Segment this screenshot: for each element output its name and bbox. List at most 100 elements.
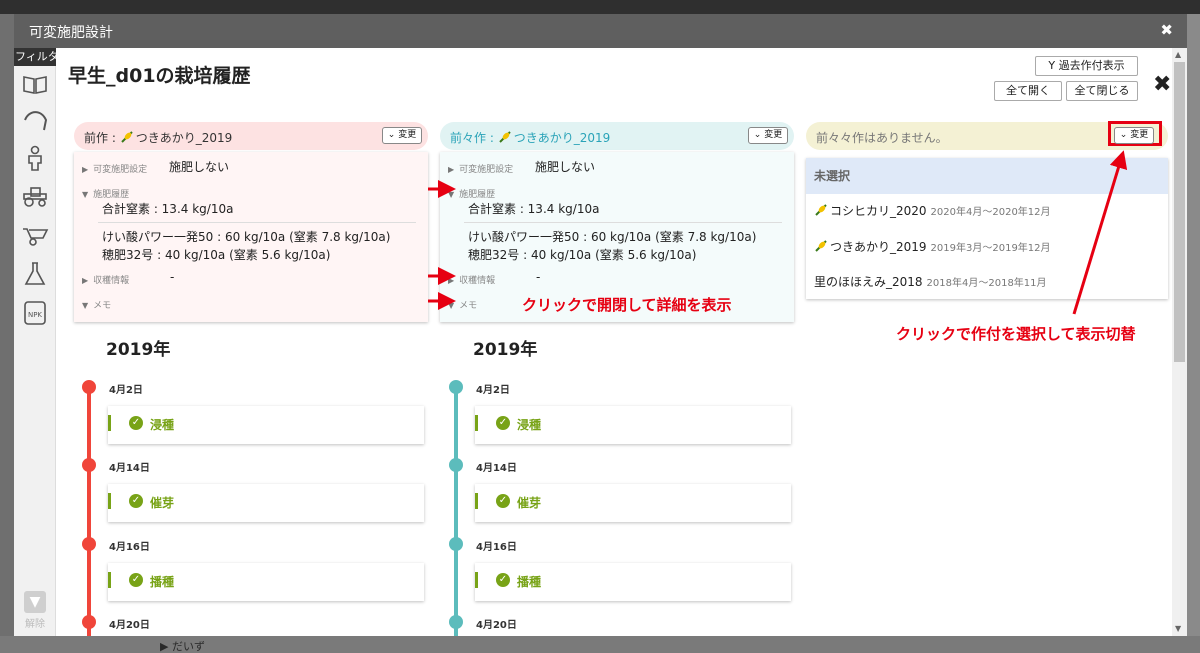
fertilizer-line: 穂肥32号 : 40 kg/10a (窒素 5.6 kg/10a) bbox=[468, 248, 697, 262]
column-label: 前々作 : bbox=[450, 131, 498, 145]
rice-icon bbox=[498, 131, 511, 143]
event-date: 4月20日 bbox=[109, 620, 150, 631]
event-card[interactable]: ✓ 浸種 bbox=[475, 406, 791, 444]
collapse-arrow-icon: ▼ bbox=[82, 301, 89, 310]
variable-setting-value: 施肥しない bbox=[169, 160, 230, 174]
check-icon: ✓ bbox=[496, 494, 510, 508]
event-date: 4月16日 bbox=[109, 542, 150, 553]
memo-toggle[interactable]: ▼ メモ bbox=[448, 297, 477, 311]
dropdown-option[interactable]: 未選択 bbox=[806, 158, 1168, 194]
close-history-button[interactable]: ✖ bbox=[1153, 72, 1171, 97]
no-crop-text: 前々々作はありません。 bbox=[816, 131, 948, 145]
check-icon: ✓ bbox=[496, 573, 510, 587]
fert-history-toggle[interactable]: ▼ 施肥履歴 bbox=[448, 186, 495, 200]
event-card[interactable]: ✓ 催芽 bbox=[108, 484, 424, 522]
event-card[interactable]: ✓ 催芽 bbox=[475, 484, 791, 522]
timeline-dot bbox=[449, 537, 463, 551]
check-icon: ✓ bbox=[129, 416, 143, 430]
expand-arrow-icon: ▶ bbox=[82, 276, 89, 285]
dropdown-option[interactable]: つきあかり_2019 2019年3月～2019年12月 bbox=[806, 229, 1168, 265]
release-filter-button[interactable]: ▼ 解除 bbox=[20, 591, 50, 630]
total-nitrogen: 合計窒素 : 13.4 kg/10a bbox=[102, 202, 234, 216]
toggle-annotation: クリックで開閉して詳細を表示 bbox=[522, 296, 732, 314]
scroll-down-icon[interactable]: ▼ bbox=[1175, 624, 1181, 633]
third-previous-crop-column: 前々々作はありません。 ⌄ 変更 bbox=[806, 121, 1168, 150]
timeline-dot bbox=[82, 537, 96, 551]
vertical-scrollbar[interactable]: ▲ ▼ bbox=[1172, 48, 1187, 636]
funnel-icon: ▼ bbox=[24, 591, 46, 613]
event-card[interactable]: ✓ 播種 bbox=[475, 563, 791, 601]
harvest-toggle[interactable]: ▶ 収穫情報 bbox=[82, 272, 129, 286]
change-crop-button[interactable]: ⌄ 変更 bbox=[382, 127, 422, 144]
timeline-dot bbox=[449, 458, 463, 472]
tool-sidebar: フィルタ NPK ▼ 解除 bbox=[14, 48, 56, 636]
crop-name: つきあかり_2019 bbox=[513, 131, 611, 145]
close-all-button[interactable]: 全て閉じる bbox=[1066, 81, 1138, 101]
year-heading: 2019年 bbox=[473, 340, 538, 360]
event-date: 4月2日 bbox=[109, 385, 143, 396]
divider bbox=[98, 222, 416, 223]
person-icon[interactable] bbox=[21, 144, 49, 172]
third-previous-crop-header: 前々々作はありません。 ⌄ 変更 bbox=[806, 121, 1168, 150]
timeline-line bbox=[454, 386, 458, 636]
memo-toggle[interactable]: ▼ メモ bbox=[82, 297, 111, 311]
column-label: 前作 : bbox=[84, 131, 120, 145]
previous-crop-column: 前作 : つきあかり_2019 ⌄ 変更 ▶ 可変施肥設定 施肥しない ▼ 施肥履歴… bbox=[74, 122, 428, 322]
variable-setting-toggle[interactable]: ▶ 可変施肥設定 bbox=[448, 161, 513, 175]
wheelbarrow-icon[interactable] bbox=[21, 220, 49, 248]
scroll-up-icon[interactable]: ▲ bbox=[1175, 50, 1181, 59]
variable-setting-toggle[interactable]: ▶ 可変施肥設定 bbox=[82, 161, 147, 175]
background-list-item: ▶ だいず bbox=[160, 640, 205, 653]
timeline-line bbox=[87, 386, 91, 636]
background-topbar bbox=[0, 0, 1200, 14]
variable-setting-value: 施肥しない bbox=[535, 160, 596, 174]
past-crops-button[interactable]: Y 過去作付表示 bbox=[1035, 56, 1138, 76]
event-card[interactable]: ✓ 播種 bbox=[108, 563, 424, 601]
timeline-dot bbox=[449, 615, 463, 629]
year-heading: 2019年 bbox=[106, 340, 171, 360]
svg-text:NPK: NPK bbox=[28, 311, 42, 319]
timeline-dot bbox=[82, 615, 96, 629]
collapse-arrow-icon: ▼ bbox=[82, 190, 89, 199]
expand-arrow-icon: ▶ bbox=[448, 165, 455, 174]
modal-close-button[interactable]: ✖ bbox=[1160, 21, 1173, 39]
total-nitrogen: 合計窒素 : 13.4 kg/10a bbox=[468, 202, 600, 216]
event-date: 4月2日 bbox=[476, 385, 510, 396]
check-icon: ✓ bbox=[129, 573, 143, 587]
harvest-value: - bbox=[536, 270, 541, 284]
fert-history-toggle[interactable]: ▼ 施肥履歴 bbox=[82, 186, 129, 200]
funnel-icon: Y bbox=[1048, 59, 1059, 72]
event-date: 4月16日 bbox=[476, 542, 517, 553]
rice-icon bbox=[815, 240, 827, 252]
event-name: 播種 bbox=[150, 575, 175, 589]
select-annotation: クリックで作付を選択して表示切替 bbox=[896, 325, 1136, 343]
dropdown-option[interactable]: 里のほほえみ_2018 2018年4月～2018年11月 bbox=[806, 264, 1168, 300]
event-date: 4月14日 bbox=[476, 463, 517, 474]
collapse-arrow-icon: ▼ bbox=[448, 190, 455, 199]
scrollbar-thumb[interactable] bbox=[1174, 62, 1185, 362]
event-name: 催芽 bbox=[517, 496, 542, 510]
dropdown-option[interactable]: コシヒカリ_2020 2020年4月～2020年12月 bbox=[806, 193, 1168, 229]
second-previous-crop-header: 前々作 : つきあかり_2019 ⌄ 変更 bbox=[440, 122, 794, 150]
sickle-icon[interactable] bbox=[21, 106, 49, 134]
book-icon[interactable] bbox=[21, 70, 49, 98]
event-name: 浸種 bbox=[150, 418, 175, 432]
history-content: 早生_d01の栽培履歴 Y 過去作付表示 全て開く 全て閉じる ✖ 前作 : つ… bbox=[56, 48, 1172, 636]
divider bbox=[464, 222, 782, 223]
crop-select-dropdown: 未選択 コシヒカリ_2020 2020年4月～2020年12月 つきあかり_201… bbox=[806, 158, 1168, 299]
open-all-button[interactable]: 全て開く bbox=[994, 81, 1062, 101]
event-card[interactable]: ✓ 浸種 bbox=[108, 406, 424, 444]
harvest-toggle[interactable]: ▶ 収穫情報 bbox=[448, 272, 495, 286]
modal-header: 可変施肥設計 ✖ bbox=[14, 14, 1187, 48]
modal-dialog: 可変施肥設計 ✖ フィルタ NPK ▼ 解除 早生_d01の栽培履歴 Y 過去作… bbox=[14, 14, 1187, 636]
change-crop-button[interactable]: ⌄ 変更 bbox=[748, 127, 788, 144]
background-bottom-strip: ▶ だいず bbox=[0, 636, 1200, 653]
event-date: 4月20日 bbox=[476, 620, 517, 631]
harvest-value: - bbox=[170, 270, 175, 284]
tractor-icon[interactable] bbox=[21, 181, 49, 209]
event-name: 浸種 bbox=[517, 418, 542, 432]
flask-icon[interactable] bbox=[21, 260, 49, 288]
timeline-dot bbox=[449, 380, 463, 394]
change-crop-button[interactable]: ⌄ 変更 bbox=[1114, 127, 1154, 144]
npk-bag-icon[interactable]: NPK bbox=[21, 299, 49, 327]
